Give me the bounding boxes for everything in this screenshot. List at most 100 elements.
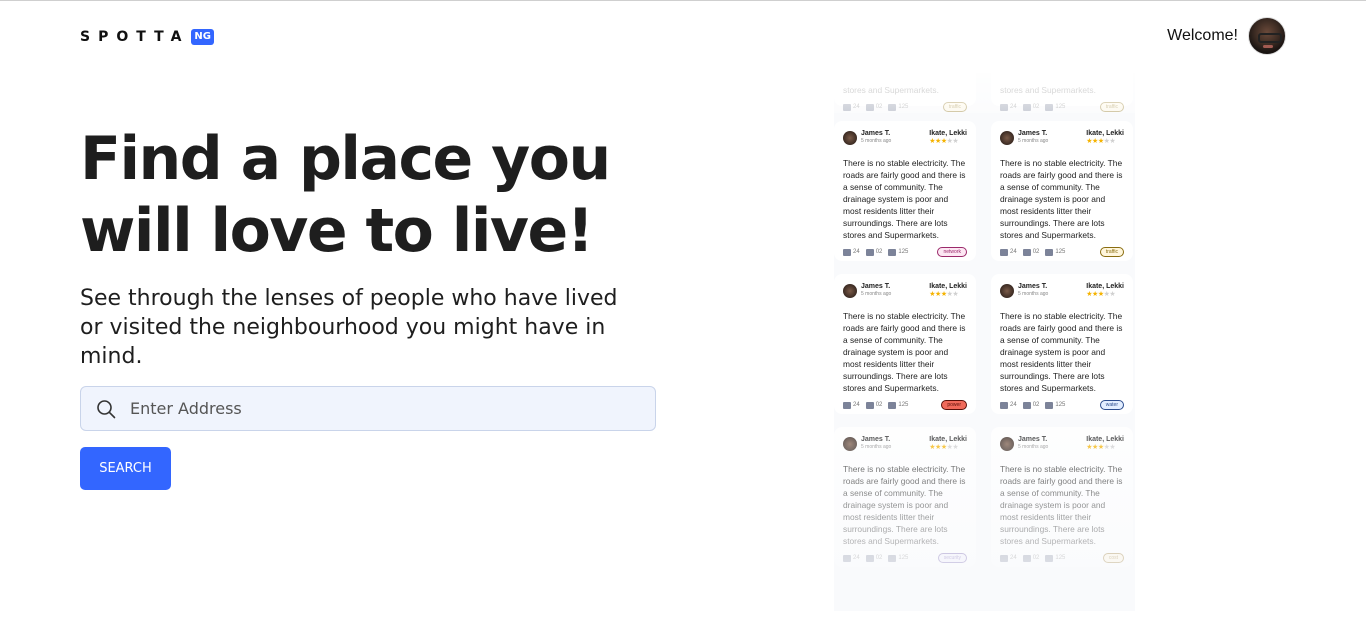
reviewer-info: James T. 5 months ago [1018, 436, 1048, 450]
logo-text: SPOTTA [80, 29, 190, 45]
review-tag[interactable]: water [1099, 400, 1124, 410]
review-tag[interactable]: traffic [1099, 102, 1124, 112]
dislike-count-group[interactable]: 02 [865, 248, 883, 256]
comment-icon [888, 401, 897, 409]
like-count-group[interactable]: 24 [843, 103, 860, 111]
review-location: Ikate, Lekki [1086, 436, 1124, 443]
comment-count-group[interactable]: 125 [1045, 248, 1065, 256]
reviewer-info: James T. 5 months ago [861, 283, 891, 297]
reviewer-info: James T. 5 months ago [1018, 283, 1048, 297]
star-rating: ★★★★★ [929, 138, 967, 145]
star-rating: ★★★★★ [1086, 444, 1124, 451]
comment-count-group[interactable]: 125 [1045, 103, 1066, 111]
like-count-group[interactable]: 24 [1000, 554, 1017, 562]
comment-count: 125 [1055, 104, 1066, 110]
review-card[interactable]: James T. 5 months ago Ikate, Lekki ★★★★★ The… [991, 427, 1133, 567]
hero-subtitle: See through the lenses of people who hav… [80, 286, 618, 369]
review-card[interactable]: James T. 5 months ago Ikate, Lekki ★★★★★ The… [991, 274, 1133, 414]
review-tag[interactable]: traffic [1099, 247, 1124, 257]
comment-count: 125 [1055, 555, 1066, 561]
like-count-group[interactable]: 24 [1000, 248, 1017, 256]
review-card-header: James T. 5 months ago Ikate, Lekki ★★★★★ [843, 283, 967, 303]
review-card-footer: 24 02 125 security [843, 553, 967, 563]
dislike-count: 02 [1032, 104, 1040, 110]
comment-count: 125 [898, 249, 909, 255]
like-icon [1000, 554, 1008, 562]
star-empty-icon: ★ [1109, 291, 1116, 298]
dislike-count-group[interactable]: 02 [865, 401, 883, 409]
review-tag[interactable]: cost [1102, 553, 1124, 563]
like-count: 24 [853, 402, 860, 408]
review-tag[interactable]: power [941, 400, 967, 410]
like-count-group[interactable]: 24 [1000, 103, 1017, 111]
reviewer-info: James T. 5 months ago [1018, 130, 1048, 144]
dislike-count-group[interactable]: 02 [865, 103, 882, 111]
comment-count-group[interactable]: 125 [1045, 401, 1066, 409]
search-button[interactable]: SEARCH [80, 447, 171, 490]
comment-count-group[interactable]: 125 [1045, 554, 1066, 562]
user-welcome[interactable]: Welcome! [1167, 17, 1286, 55]
address-search-box[interactable] [80, 386, 656, 431]
review-card-header: James T. 5 months ago Ikate, Lekki ★★★★★ [843, 130, 967, 150]
comment-count-group[interactable]: 125 [888, 401, 908, 409]
like-count: 24 [853, 555, 860, 561]
user-avatar[interactable] [1248, 17, 1286, 55]
review-tag[interactable]: traffic [942, 102, 967, 112]
like-count: 24 [853, 104, 860, 110]
dislike-count: 02 [1032, 402, 1040, 408]
like-count: 24 [1010, 555, 1017, 561]
review-card[interactable]: James T. 5 months ago Ikate, Lekki ★★★★★ The… [834, 274, 976, 414]
dislike-count-group[interactable]: 02 [865, 554, 882, 562]
welcome-text: Welcome! [1167, 27, 1238, 44]
dislike-count-group[interactable]: 02 [1022, 248, 1039, 256]
comment-icon [1045, 248, 1054, 256]
like-count-group[interactable]: 24 [843, 248, 860, 256]
review-body: There is no stable electricity. The road… [843, 464, 966, 546]
reviewer-info: James T. 5 months ago [861, 436, 891, 450]
dislike-count-group[interactable]: 02 [1022, 401, 1040, 409]
review-card-partial[interactable]: stores and Supermarkets. 24 02 125 traffic [834, 73, 976, 112]
review-location: Ikate, Lekki [929, 436, 967, 443]
hero-title: Find a place you will love to live! [80, 124, 611, 266]
like-count-group[interactable]: 24 [843, 401, 860, 409]
like-count: 24 [1010, 402, 1017, 408]
address-input[interactable] [130, 399, 630, 418]
dislike-count-group[interactable]: 02 [1022, 103, 1040, 111]
reviewer-avatar [843, 437, 857, 451]
review-card[interactable]: James T. 5 months ago Ikate, Lekki ★★★★★ The… [991, 121, 1133, 261]
like-count-group[interactable]: 24 [843, 554, 860, 562]
spotta-logo[interactable]: SPOTTA NG [80, 29, 214, 45]
review-card[interactable]: James T. 5 months ago Ikate, Lekki ★★★★★ The… [834, 427, 976, 567]
like-count-group[interactable]: 24 [1000, 401, 1017, 409]
review-location: Ikate, Lekki [929, 130, 967, 137]
review-tag[interactable]: security [937, 553, 967, 563]
comment-count-group[interactable]: 125 [888, 103, 909, 111]
comment-count-group[interactable]: 125 [888, 554, 908, 562]
dislike-icon [1022, 401, 1031, 409]
review-tag[interactable]: network [937, 247, 967, 257]
like-count: 24 [1010, 104, 1017, 110]
reviewer-name: James T. [1018, 436, 1048, 443]
comment-icon [1045, 401, 1054, 409]
review-body: There is no stable electricity. The road… [1000, 311, 1123, 393]
dislike-count: 02 [875, 402, 883, 408]
comment-count: 125 [898, 104, 909, 110]
comment-count-group[interactable]: 125 [888, 248, 909, 256]
review-card[interactable]: James T. 5 months ago Ikate, Lekki ★★★★★ The… [834, 121, 976, 261]
review-card-partial[interactable]: stores and Supermarkets. 24 02 125 traffic [991, 73, 1133, 112]
comment-icon [888, 248, 897, 256]
dislike-count: 02 [875, 249, 883, 255]
review-body: stores and Supermarkets. [843, 85, 939, 95]
review-card-header: James T. 5 months ago Ikate, Lekki ★★★★★ [1000, 436, 1124, 456]
like-icon [1000, 401, 1008, 409]
star-rating: ★★★★★ [1086, 291, 1124, 298]
reviewer-avatar [1000, 131, 1014, 145]
star-rating: ★★★★★ [1086, 138, 1124, 145]
reviewer-info: James T. 5 months ago [861, 130, 891, 144]
comment-icon [888, 103, 897, 111]
dislike-icon [865, 103, 874, 111]
dislike-count-group[interactable]: 02 [1022, 554, 1039, 562]
comment-count: 125 [1055, 402, 1066, 408]
reviews-preview-panel: stores and Supermarkets. 24 02 125 traffic st… [834, 73, 1135, 611]
review-body: There is no stable electricity. The road… [843, 158, 966, 240]
